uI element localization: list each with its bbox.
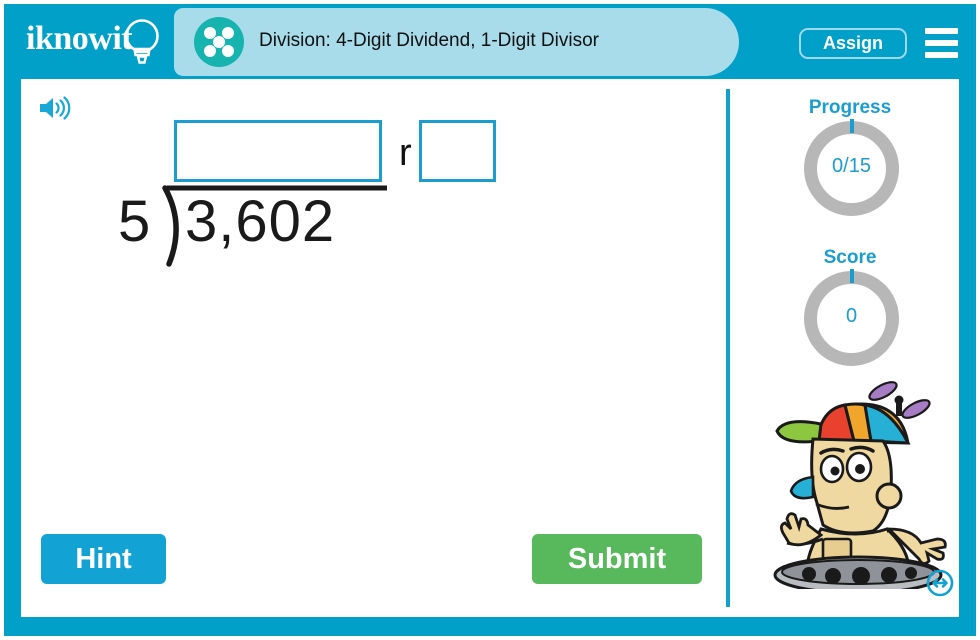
- iknowit-logo[interactable]: iknowit: [26, 18, 176, 66]
- panel-divider: [726, 89, 730, 607]
- five-dots-circle-icon: [194, 17, 244, 67]
- progress-donut: 0/15: [804, 119, 899, 216]
- submit-button[interactable]: Submit: [532, 534, 702, 584]
- stats-panel: Progress 0/15 Score 0: [741, 79, 959, 617]
- remainder-label: r: [399, 132, 412, 174]
- lightbulb-icon: [125, 19, 159, 64]
- score-donut: 0: [804, 269, 899, 366]
- divisor-value: 5: [118, 189, 151, 254]
- assign-button[interactable]: Assign: [799, 28, 907, 59]
- robot-mascot: [773, 381, 947, 589]
- topic-title-band: Division: 4-Digit Dividend, 1-Digit Divi…: [174, 8, 739, 76]
- hamburger-menu-icon[interactable]: [925, 28, 958, 58]
- app-frame: iknowit Division: 4-Digit Dividend, 1-Di…: [4, 4, 976, 636]
- resize-horizontal-icon[interactable]: [926, 569, 954, 597]
- progress-value: 0/15: [832, 155, 871, 177]
- dividend-value: 3,602: [185, 189, 336, 254]
- hint-button[interactable]: Hint: [41, 534, 166, 584]
- content-panel: r 5 3,602 Progress 0/15 Score 0 Hint Sub…: [21, 79, 959, 617]
- logo-wordmark: iknowit: [26, 20, 133, 57]
- division-problem: r 5 3,602: [81, 104, 581, 294]
- app-header: iknowit Division: 4-Digit Dividend, 1-Di…: [4, 4, 976, 79]
- score-tick: [850, 269, 854, 283]
- score-value: 0: [845, 305, 858, 327]
- page-title: Division: 4-Digit Dividend, 1-Digit Divi…: [259, 30, 599, 51]
- quotient-input[interactable]: [174, 120, 382, 182]
- progress-label: Progress: [808, 97, 892, 118]
- score-label: Score: [823, 247, 877, 268]
- speaker-icon[interactable]: [38, 95, 72, 121]
- remainder-input[interactable]: [419, 120, 496, 182]
- progress-tick: [850, 119, 854, 133]
